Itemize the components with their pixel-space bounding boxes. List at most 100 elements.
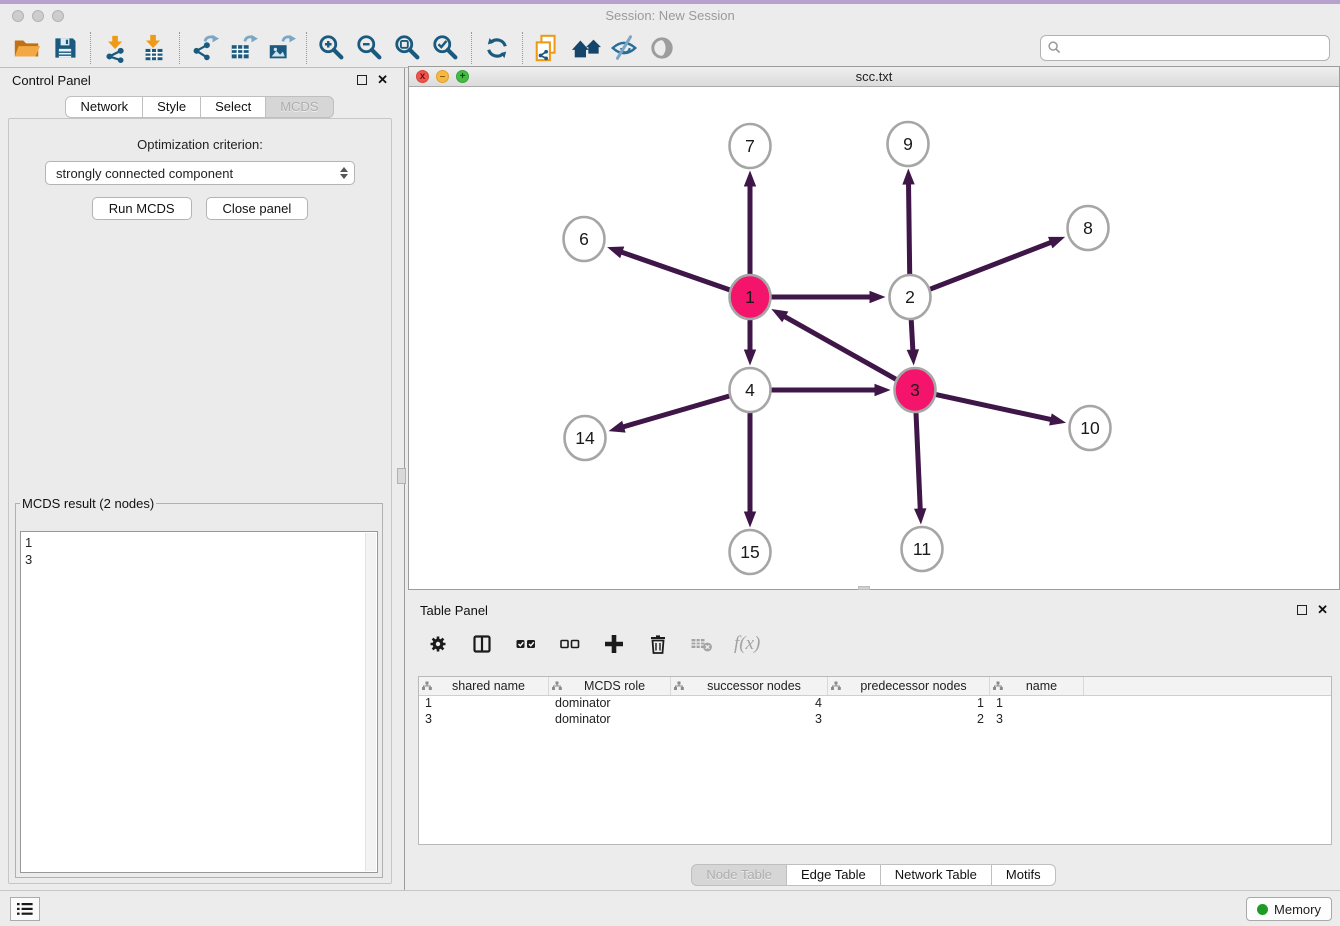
vertical-splitter-handle[interactable] xyxy=(397,468,406,484)
tab-network-table[interactable]: Network Table xyxy=(880,864,992,886)
list-icon xyxy=(17,902,33,916)
export-network-icon[interactable] xyxy=(186,30,224,66)
table-cell[interactable]: 1 xyxy=(828,696,990,712)
edge-arrowhead xyxy=(744,171,756,187)
graph-node-label-1: 1 xyxy=(745,287,755,307)
split-columns-icon[interactable] xyxy=(470,632,494,656)
delete-table-icon xyxy=(690,632,714,656)
memory-label: Memory xyxy=(1274,902,1321,917)
close-panel-button[interactable]: Close panel xyxy=(206,197,309,220)
column-header-successor-nodes[interactable]: successor nodes xyxy=(671,677,828,695)
column-header-MCDS-role[interactable]: MCDS role xyxy=(549,677,671,695)
delete-icon[interactable] xyxy=(646,632,670,656)
network-view-window: x – + scc.txt 1234678910111415 xyxy=(408,66,1340,590)
network-canvas[interactable]: 1234678910111415 xyxy=(409,87,1339,589)
graph-node-label-11: 11 xyxy=(913,539,931,559)
mcds-result-box[interactable]: 1 3 xyxy=(20,531,378,873)
edge-1-6[interactable] xyxy=(620,252,729,290)
edge-arrowhead xyxy=(1048,237,1065,249)
mcds-result-group: MCDS result (2 nodes) 1 3 xyxy=(15,496,383,878)
refresh-icon[interactable] xyxy=(478,30,516,66)
tab-edge-table[interactable]: Edge Table xyxy=(786,864,881,886)
toolbar-separator xyxy=(522,32,523,64)
table-cell[interactable]: 1 xyxy=(419,696,549,712)
table-cell[interactable]: dominator xyxy=(549,712,671,728)
mcds-result-text: 1 3 xyxy=(25,534,377,568)
export-image-icon[interactable] xyxy=(262,30,300,66)
task-history-button[interactable] xyxy=(10,897,40,921)
column-header-shared-name[interactable]: shared name xyxy=(419,677,549,695)
edge-2-9[interactable] xyxy=(909,182,910,275)
float-table-panel-icon[interactable] xyxy=(1297,605,1307,615)
run-mcds-button[interactable]: Run MCDS xyxy=(92,197,192,220)
toolbar-separator xyxy=(90,32,91,64)
criterion-select[interactable]: strongly connected component xyxy=(45,161,355,185)
search-box[interactable] xyxy=(1040,35,1330,61)
table-cell[interactable]: 4 xyxy=(671,696,828,712)
zoom-in-icon[interactable] xyxy=(313,30,351,66)
optimization-criterion-label: Optimization criterion: xyxy=(9,137,391,152)
tab-motifs[interactable]: Motifs xyxy=(991,864,1056,886)
edge-arrowhead xyxy=(771,309,788,322)
tab-select[interactable]: Select xyxy=(200,96,266,118)
edge-3-10[interactable] xyxy=(936,395,1052,420)
edge-arrowhead xyxy=(607,247,624,259)
column-header-predecessor-nodes[interactable]: predecessor nodes xyxy=(828,677,990,695)
select-all-icon[interactable] xyxy=(514,632,538,656)
close-table-panel-icon[interactable]: ✕ xyxy=(1317,605,1328,615)
deselect-all-icon[interactable] xyxy=(558,632,582,656)
tab-style[interactable]: Style xyxy=(142,96,201,118)
table-cell[interactable]: 3 xyxy=(419,712,549,728)
zoom-out-icon[interactable] xyxy=(351,30,389,66)
edge-2-8[interactable] xyxy=(930,242,1052,289)
tab-node-table[interactable]: Node Table xyxy=(691,864,787,886)
edge-arrowhead xyxy=(914,508,926,524)
edge-4-14[interactable] xyxy=(622,396,729,427)
table-cell[interactable]: dominator xyxy=(549,696,671,712)
table-panel-title: Table Panel xyxy=(420,603,488,618)
home-icon[interactable] xyxy=(567,30,605,66)
memory-button[interactable]: Memory xyxy=(1246,897,1332,921)
result-scrollbar[interactable] xyxy=(365,533,376,871)
control-panel: Control Panel ✕ NetworkStyleSelectMCDS O… xyxy=(0,68,400,890)
table-row[interactable]: 1dominator411 xyxy=(419,696,1331,712)
search-input[interactable] xyxy=(1062,39,1323,56)
float-panel-icon[interactable] xyxy=(357,75,367,85)
mcds-panel: Optimization criterion: strongly connect… xyxy=(8,118,392,884)
network-window-titlebar: x – + scc.txt xyxy=(409,67,1339,87)
table-row[interactable]: 3dominator323 xyxy=(419,712,1331,728)
edge-arrowhead xyxy=(875,384,891,396)
add-column-icon[interactable] xyxy=(602,632,626,656)
tab-network[interactable]: Network xyxy=(65,96,143,118)
table-cell[interactable]: 1 xyxy=(990,696,1084,712)
sort-icon xyxy=(674,681,684,691)
edge-3-11[interactable] xyxy=(916,411,920,510)
node-table[interactable]: shared nameMCDS rolesuccessor nodesprede… xyxy=(418,676,1332,845)
zoom-fit-icon[interactable] xyxy=(389,30,427,66)
table-cell[interactable]: 2 xyxy=(828,712,990,728)
graph-node-label-7: 7 xyxy=(745,136,755,156)
import-network-icon[interactable] xyxy=(97,30,135,66)
edge-3-1[interactable] xyxy=(784,316,897,380)
edge-2-3[interactable] xyxy=(911,318,913,351)
copy-network-view-icon[interactable] xyxy=(529,30,567,66)
table-cell[interactable]: 3 xyxy=(990,712,1084,728)
eye-icon[interactable] xyxy=(643,30,681,66)
open-file-icon[interactable] xyxy=(8,30,46,66)
table-cell[interactable]: 3 xyxy=(671,712,828,728)
control-panel-header: Control Panel ✕ xyxy=(0,68,400,92)
network-resize-handle[interactable] xyxy=(858,586,870,590)
main-toolbar xyxy=(0,28,1340,68)
import-table-icon[interactable] xyxy=(135,30,173,66)
table-panel-header: Table Panel ✕ xyxy=(408,598,1340,622)
hide-eye-icon[interactable] xyxy=(605,30,643,66)
save-session-icon[interactable] xyxy=(46,30,84,66)
search-icon xyxy=(1047,40,1062,55)
column-header-name[interactable]: name xyxy=(990,677,1084,695)
status-bar: Memory xyxy=(0,890,1340,926)
close-panel-icon[interactable]: ✕ xyxy=(377,75,388,85)
tab-mcds[interactable]: MCDS xyxy=(265,96,333,118)
zoom-selected-icon[interactable] xyxy=(427,30,465,66)
export-table-icon[interactable] xyxy=(224,30,262,66)
gear-icon[interactable] xyxy=(426,632,450,656)
